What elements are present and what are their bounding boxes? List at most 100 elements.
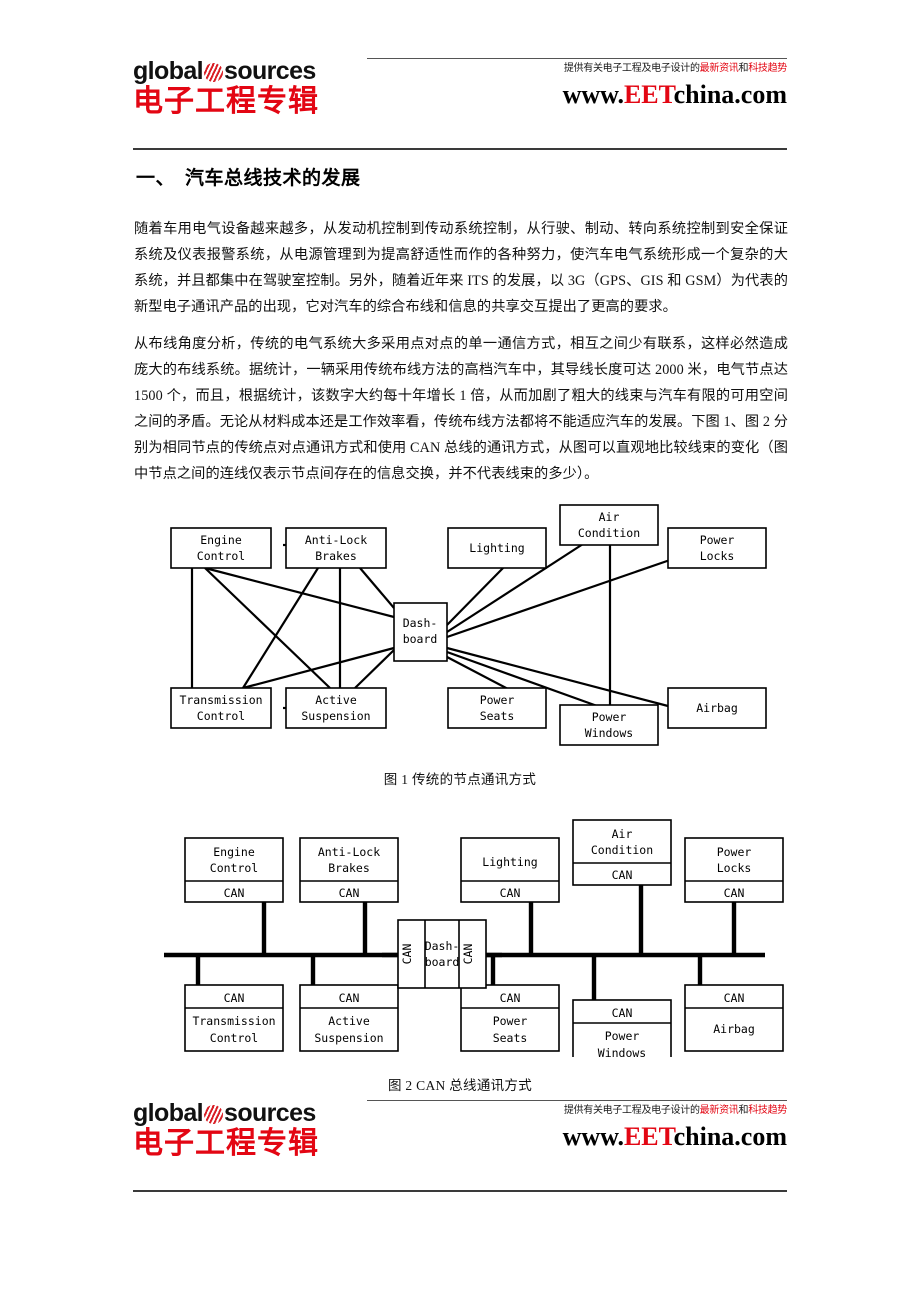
node-label: Power bbox=[480, 693, 515, 707]
figure-2: Engine Control CAN Anti-Lock Brakes CAN bbox=[0, 817, 920, 1057]
global-sources-wordmark-footer: global sources bbox=[133, 1100, 363, 1127]
header-divider-rule bbox=[367, 58, 787, 59]
brand-logo-footer: global sources 电子工程专辑 bbox=[133, 1100, 363, 1161]
figure-1: Engine Control Anti-Lock Brakes Lighting… bbox=[0, 497, 920, 752]
figure-1-diagram: Engine Control Anti-Lock Brakes Lighting… bbox=[170, 504, 767, 746]
header-bottom-rule bbox=[133, 148, 787, 150]
footer-divider-rule bbox=[367, 1100, 787, 1101]
node-anti-lock-brakes[interactable]: Anti-Lock Brakes bbox=[285, 527, 387, 569]
can-label: CAN bbox=[224, 991, 245, 1005]
node-anti-lock-brakes[interactable]: Anti-Lock Brakes CAN bbox=[299, 837, 399, 903]
node-active-suspension[interactable]: CAN Active Suspension bbox=[299, 984, 399, 1052]
node-label: Condition bbox=[578, 526, 640, 540]
node-label: Seats bbox=[493, 1031, 528, 1045]
figure-1-caption: 图 1 传统的节点通讯方式 bbox=[383, 772, 537, 787]
global-sources-wordmark: global sources bbox=[133, 58, 363, 85]
node-transmission-control[interactable]: Transmission Control bbox=[170, 687, 272, 729]
tagline-prefix: 提供有关电子工程及电子设计的 bbox=[563, 63, 700, 74]
page-title: 一、 汽车总线技术的发展 bbox=[136, 167, 361, 189]
node-air-condition[interactable]: Air Condition CAN bbox=[572, 819, 672, 886]
node-power-locks[interactable]: Power Locks bbox=[667, 527, 767, 569]
figure-2-diagram: Engine Control CAN Anti-Lock Brakes CAN bbox=[164, 819, 784, 1057]
header-right-block: 提供有关电子工程及电子设计的最新资讯和科技趋势 www.EETchina.com bbox=[367, 58, 787, 110]
url-brand: EET bbox=[623, 80, 674, 109]
node-label: Transmission bbox=[192, 1014, 275, 1028]
node-label: Anti-Lock bbox=[318, 845, 380, 859]
node-label: Control bbox=[197, 709, 245, 723]
hub-label: Dash- bbox=[403, 616, 438, 630]
tagline-highlight-2: 科技趋势 bbox=[748, 63, 787, 74]
node-air-condition[interactable]: Air Condition bbox=[559, 504, 659, 546]
footer-bottom-rule bbox=[133, 1190, 787, 1192]
node-label: Windows bbox=[585, 726, 633, 740]
node-label: Lighting bbox=[469, 541, 524, 555]
brand-logo: global sources 电子工程专辑 bbox=[133, 58, 363, 119]
node-power-windows[interactable]: CAN Power Windows bbox=[572, 999, 672, 1057]
node-lighting[interactable]: Lighting bbox=[447, 527, 547, 569]
url-prefix: www. bbox=[562, 1122, 624, 1151]
figure-2-nodes-top: Engine Control CAN Anti-Lock Brakes CAN bbox=[184, 819, 784, 903]
node-power-windows[interactable]: Power Windows bbox=[559, 704, 659, 746]
can-label: CAN bbox=[500, 991, 521, 1005]
node-label: Locks bbox=[717, 861, 752, 875]
document-page: global sources 电子工程专辑 提供有关电子工程及电子设计的最新资讯和… bbox=[0, 0, 920, 1302]
node-label: Air bbox=[612, 827, 633, 841]
node-power-locks[interactable]: Power Locks CAN bbox=[684, 837, 784, 903]
node-label: Condition bbox=[591, 843, 653, 857]
node-label: Brakes bbox=[328, 861, 370, 875]
brand-tagline-footer: 提供有关电子工程及电子设计的最新资讯和科技趋势 bbox=[367, 1104, 787, 1118]
node-label: Control bbox=[197, 549, 245, 563]
node-power-seats[interactable]: CAN Power Seats bbox=[460, 984, 560, 1052]
node-power-seats[interactable]: Power Seats bbox=[447, 687, 547, 729]
chinese-brand-name: 电子工程专辑 bbox=[133, 84, 319, 119]
chinese-brand-name-footer: 电子工程专辑 bbox=[133, 1126, 319, 1161]
striped-globe-icon bbox=[204, 1105, 224, 1124]
node-transmission-control[interactable]: CAN Transmission Control bbox=[184, 984, 284, 1052]
node-dashboard-hub[interactable]: CAN Dash- board CAN bbox=[397, 919, 487, 989]
can-label: CAN bbox=[400, 944, 414, 965]
node-label: Control bbox=[210, 861, 258, 875]
node-active-suspension[interactable]: Active Suspension bbox=[285, 687, 387, 729]
node-label: Power bbox=[592, 710, 627, 724]
url-suffix: china.com bbox=[673, 1122, 787, 1151]
node-label: Suspension bbox=[301, 709, 370, 723]
can-label: CAN bbox=[612, 868, 633, 882]
node-label: Airbag bbox=[713, 1022, 755, 1036]
can-label: CAN bbox=[612, 1006, 633, 1020]
node-label: Seats bbox=[480, 709, 515, 723]
url-brand: EET bbox=[623, 1122, 674, 1151]
node-airbag[interactable]: CAN Airbag bbox=[684, 984, 784, 1052]
logo-word-sources: sources bbox=[224, 1099, 316, 1127]
tagline-prefix: 提供有关电子工程及电子设计的 bbox=[563, 1105, 700, 1116]
node-label: Power bbox=[493, 1014, 528, 1028]
node-airbag[interactable]: Airbag bbox=[667, 687, 767, 729]
can-label: CAN bbox=[724, 886, 745, 900]
node-dashboard-hub[interactable]: Dash- board bbox=[393, 602, 448, 662]
node-engine-control[interactable]: Engine Control CAN bbox=[184, 837, 284, 903]
node-label: Air bbox=[599, 510, 620, 524]
tagline-highlight-1: 最新资讯 bbox=[699, 1105, 739, 1116]
node-engine-control[interactable]: Engine Control bbox=[170, 527, 272, 569]
footer-website-url[interactable]: www.EETchina.com bbox=[367, 1122, 787, 1152]
can-label: CAN bbox=[224, 886, 245, 900]
node-label: Engine bbox=[213, 845, 255, 859]
footer-right-block: 提供有关电子工程及电子设计的最新资讯和科技趋势 www.EETchina.com bbox=[367, 1100, 787, 1152]
logo-word-global: global bbox=[133, 1099, 204, 1127]
node-label: Active bbox=[315, 693, 357, 707]
brand-tagline: 提供有关电子工程及电子设计的最新资讯和科技趋势 bbox=[367, 62, 787, 76]
tagline-highlight-1: 最新资讯 bbox=[699, 63, 739, 74]
node-label: Control bbox=[210, 1031, 258, 1045]
header-website-url[interactable]: www.EETchina.com bbox=[367, 80, 787, 110]
node-label: Power bbox=[700, 533, 735, 547]
tagline-middle: 和 bbox=[738, 1105, 749, 1116]
url-suffix: china.com bbox=[673, 80, 787, 109]
can-label: CAN bbox=[461, 944, 475, 965]
striped-globe-icon bbox=[204, 63, 224, 82]
node-label: Lighting bbox=[482, 855, 537, 869]
node-lighting[interactable]: Lighting CAN bbox=[460, 837, 560, 903]
logo-word-sources: sources bbox=[224, 57, 316, 85]
node-label: Suspension bbox=[314, 1031, 383, 1045]
figure-2-nodes-bottom: CAN Transmission Control CAN Active Susp… bbox=[184, 984, 784, 1057]
node-label: Active bbox=[328, 1014, 370, 1028]
node-label: Engine bbox=[200, 533, 242, 547]
